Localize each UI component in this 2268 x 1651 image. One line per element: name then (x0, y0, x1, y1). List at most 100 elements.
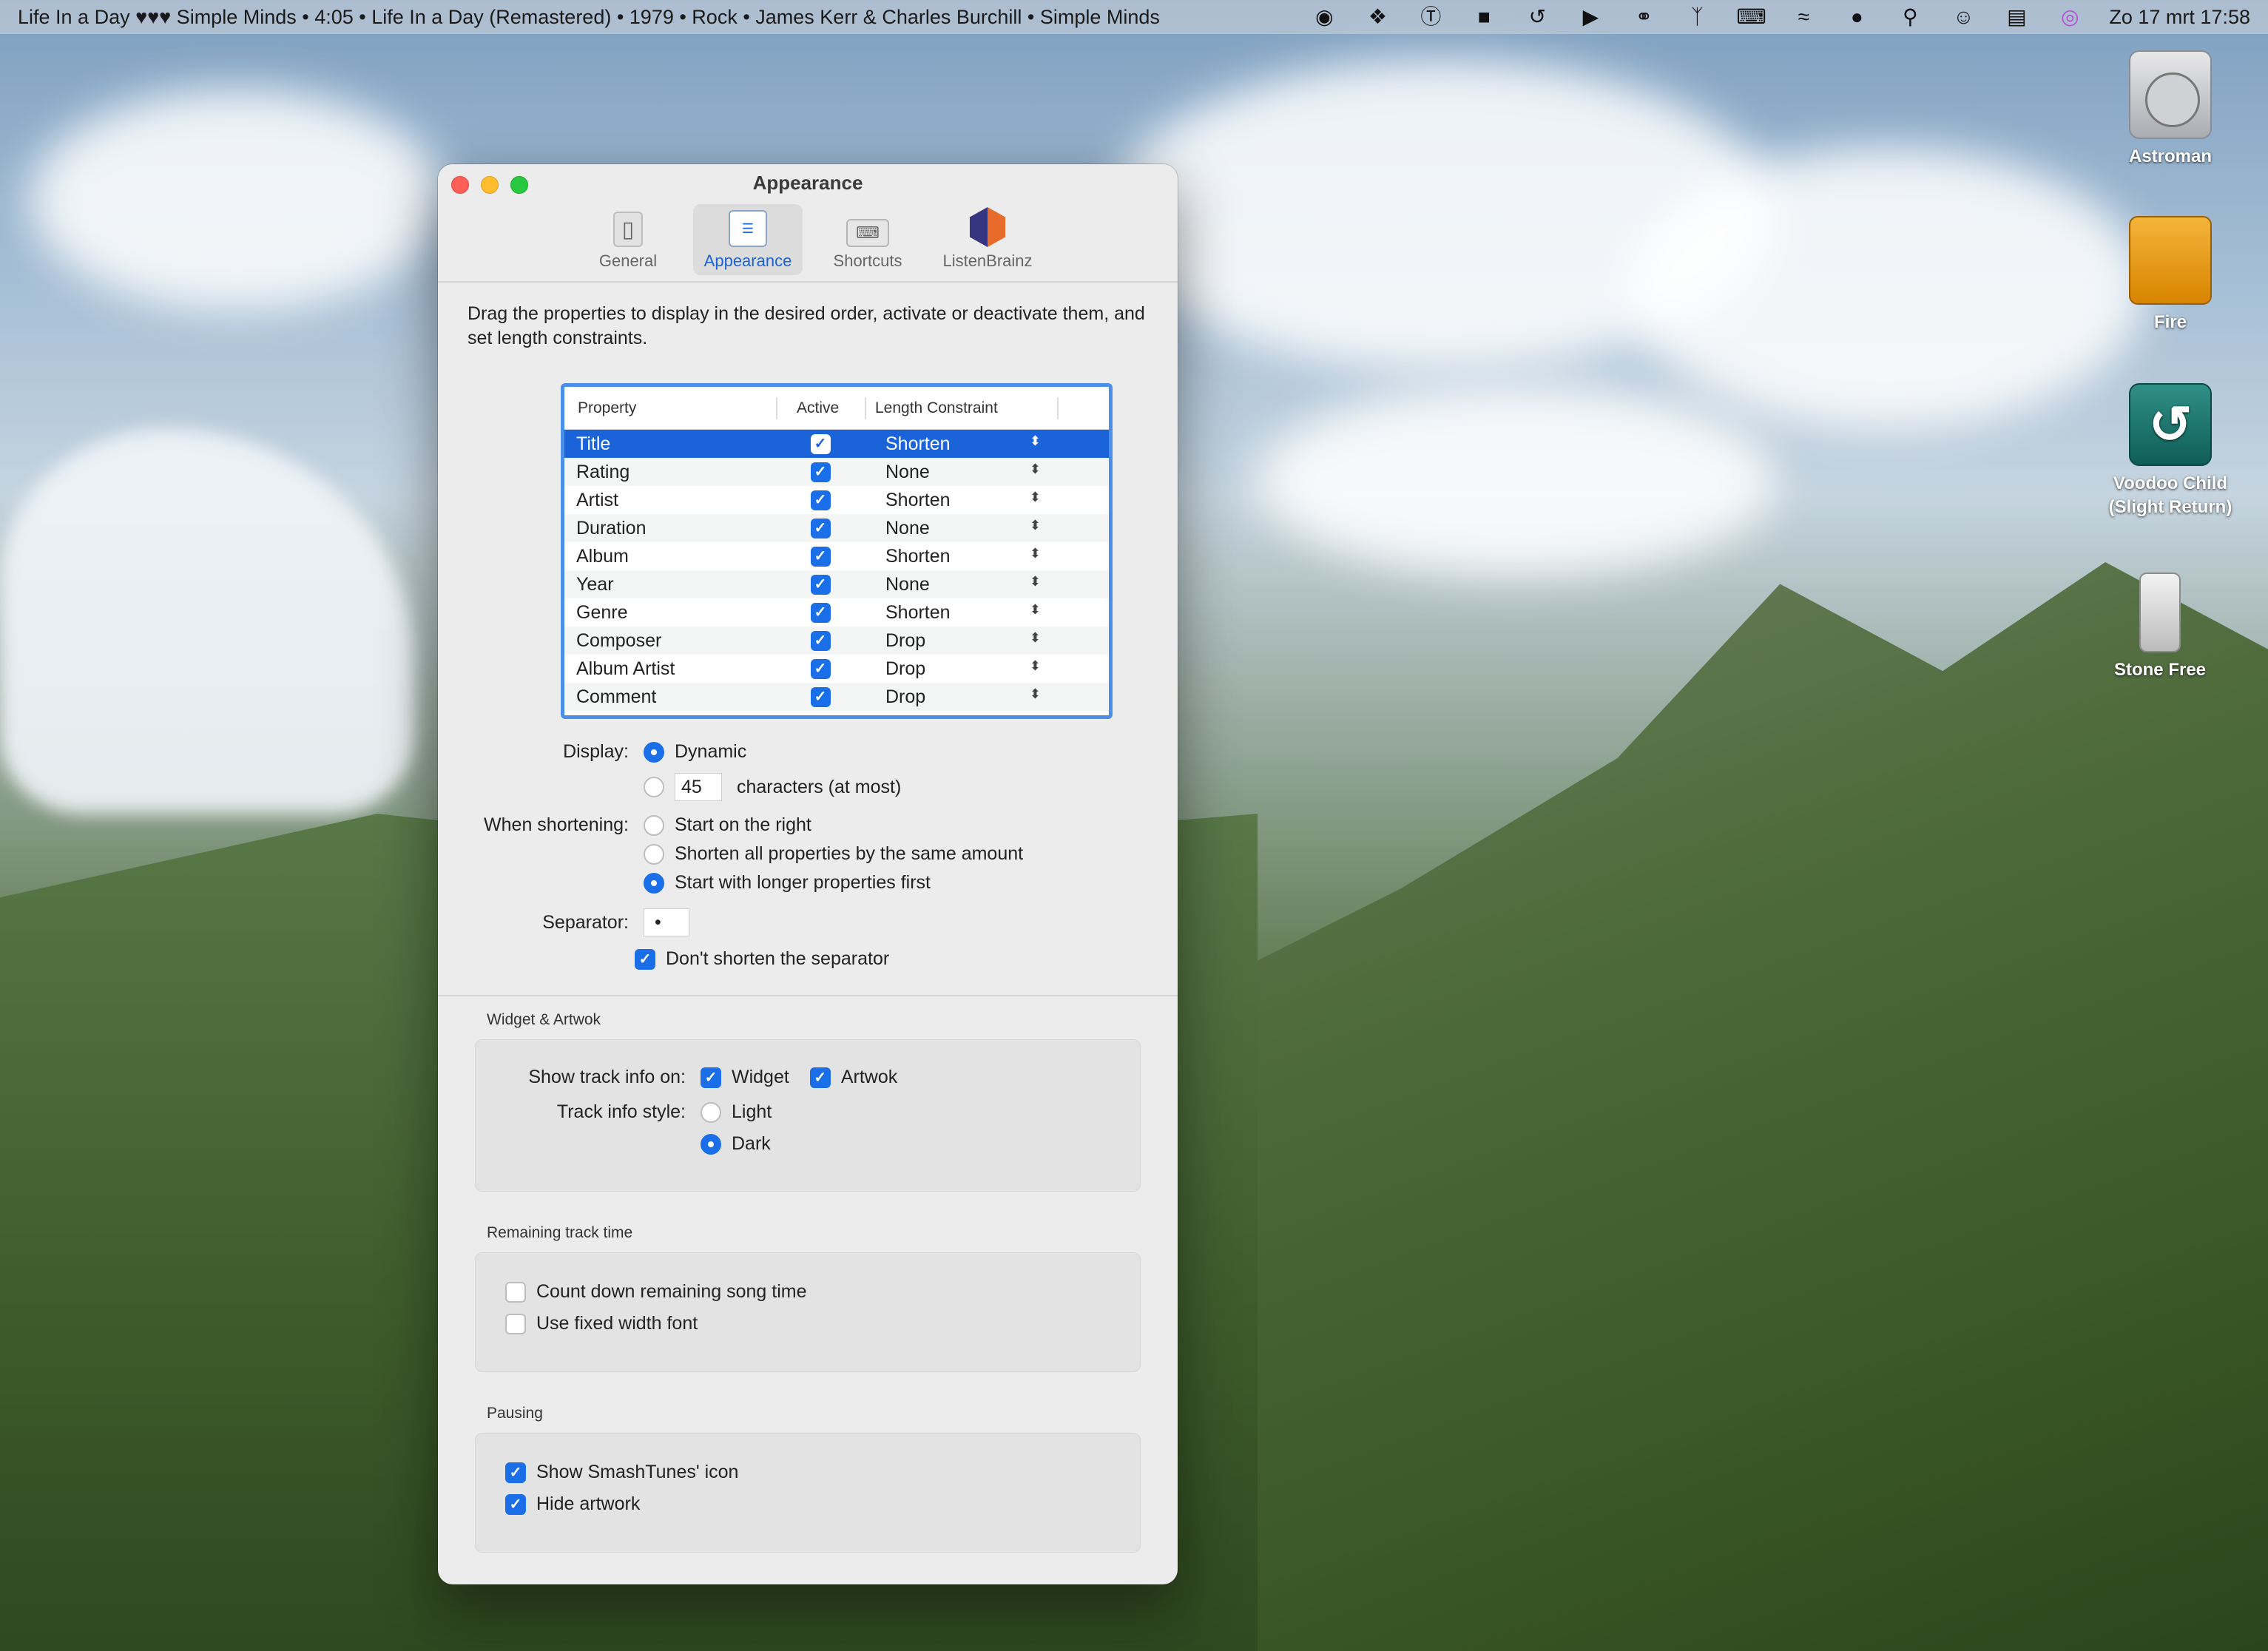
length-constraint-popup[interactable]: None ⬍ (863, 574, 1107, 595)
hide-artwork-checkbox[interactable]: ✓ (505, 1493, 526, 1515)
desktop-icon-astroman[interactable]: Astroman (2096, 50, 2244, 169)
chevron-updown-icon: ⬍ (1029, 686, 1041, 701)
desktop-icon-label: Stone Free (2113, 660, 2207, 680)
table-row[interactable]: Title ✓ Shorten ⬍ (564, 430, 1109, 458)
time-machine-icon[interactable]: ↺ (1523, 4, 1551, 30)
desktop-icon-fire[interactable]: Fire (2096, 216, 2244, 334)
dont-shorten-label: Don't shorten the separator (666, 948, 890, 969)
table-row[interactable]: Comment ✓ Drop ⬍ (564, 683, 1109, 711)
headphones-icon[interactable]: ⚭ (1630, 4, 1658, 30)
search-icon[interactable]: ⚲ (1896, 4, 1924, 30)
bluetooth-icon[interactable]: ᛉ (1683, 4, 1711, 30)
widget-section-title: Widget & Artwok (487, 1011, 601, 1028)
siri-icon[interactable]: ◎ (2056, 4, 2084, 30)
active-checkbox[interactable]: ✓ (810, 462, 831, 482)
fixed-font-checkbox[interactable] (505, 1313, 526, 1334)
countdown-label: Count down remaining song time (536, 1281, 807, 1302)
display-dynamic-radio[interactable] (644, 741, 664, 763)
active-checkbox[interactable]: ✓ (810, 490, 831, 510)
control-center-icon[interactable]: ▤ (2002, 4, 2031, 30)
widget-checkbox[interactable]: ✓ (701, 1067, 721, 1088)
active-checkbox[interactable]: ✓ (810, 658, 831, 679)
account-icon[interactable]: ☺ (1949, 4, 1977, 30)
show-icon-checkbox[interactable]: ✓ (505, 1462, 526, 1483)
length-constraint-popup[interactable]: None ⬍ (863, 462, 1107, 483)
active-checkbox[interactable]: ✓ (810, 602, 831, 623)
creative-cloud-icon[interactable]: ◉ (1310, 4, 1338, 30)
length-constraint-popup[interactable]: Shorten ⬍ (863, 546, 1107, 567)
properties-table[interactable]: Property Active Length Constraint Title ✓… (561, 383, 1113, 719)
length-constraint-popup[interactable]: None ⬍ (863, 518, 1107, 539)
style-light-radio[interactable] (701, 1101, 721, 1123)
active-checkbox[interactable]: ✓ (810, 686, 831, 707)
active-checkbox[interactable]: ✓ (810, 630, 831, 651)
table-row[interactable]: Album ✓ Shorten ⬍ (564, 542, 1109, 570)
property-name: Genre (576, 601, 628, 623)
now-playing-text[interactable]: Life In a Day ♥♥♥ Simple Minds • 4:05 • … (18, 6, 1160, 29)
chevron-updown-icon: ⬍ (1029, 573, 1041, 589)
active-checkbox[interactable]: ✓ (810, 574, 831, 595)
display-row: Display: Dynamic (468, 741, 1148, 763)
property-name: Rating (576, 461, 630, 482)
tab-shortcuts[interactable]: ⌨ Shortcuts (813, 204, 922, 275)
table-row[interactable]: Rating ✓ None ⬍ (564, 458, 1109, 486)
length-constraint-popup[interactable]: Shorten ⬍ (863, 433, 1107, 455)
dont-shorten-checkbox[interactable]: ✓ (635, 948, 655, 970)
fixed-font-row: Use fixed width font (505, 1313, 1140, 1334)
display-dynamic-label: Dynamic (675, 741, 747, 762)
property-name: Title (576, 433, 611, 454)
countdown-checkbox[interactable] (505, 1281, 526, 1303)
desktop-icon-stone-free[interactable]: Stone Free (2086, 573, 2234, 682)
artwok-checkbox[interactable]: ✓ (809, 1067, 831, 1088)
length-constraint-popup[interactable]: Drop ⬍ (863, 686, 1107, 708)
intro-text: Drag the properties to display in the de… (468, 303, 1145, 348)
shortening-longer-radio[interactable] (644, 872, 664, 894)
table-row[interactable]: Composer ✓ Drop ⬍ (564, 627, 1109, 655)
property-name: Album (576, 545, 629, 567)
widget-group: Show track info on: ✓ Widget ✓ Artwok Tr… (475, 1039, 1141, 1192)
chevron-updown-icon: ⬍ (1029, 629, 1041, 645)
desktop-icon-voodoo-child[interactable]: ↺ Voodoo Child (Slight Return) (2096, 383, 2244, 519)
tab-listenbrainz[interactable]: ListenBrainz (933, 204, 1042, 275)
dont-shorten-row: ✓ Don't shorten the separator (468, 948, 1148, 970)
menu-clock[interactable]: Zo 17 mrt 17:58 (2109, 6, 2250, 29)
active-checkbox[interactable]: ✓ (810, 518, 831, 538)
length-constraint-popup[interactable]: Drop ⬍ (863, 630, 1107, 652)
table-row[interactable]: Genre ✓ Shorten ⬍ (564, 598, 1109, 627)
tab-general[interactable]: ▯ General (573, 204, 683, 275)
dropbox-icon[interactable]: ❖ (1363, 4, 1391, 30)
column-header-length[interactable]: Length Constraint (866, 396, 1059, 419)
table-row[interactable]: Duration ✓ None ⬍ (564, 514, 1109, 542)
wifi-icon[interactable]: ≈ (1789, 4, 1818, 30)
tab-appearance[interactable]: ☰ Appearance (693, 204, 803, 275)
keyboard-icon[interactable]: ⌨ (1736, 4, 1766, 30)
display-chars-radio[interactable] (644, 777, 664, 797)
length-constraint-popup[interactable]: Shorten ⬍ (863, 490, 1107, 511)
shortening-row-1: Shorten all properties by the same amoun… (468, 843, 1148, 865)
shortening-option-label: Start on the right (675, 814, 811, 835)
separator-row: Separator: • (468, 908, 1148, 936)
separator-input[interactable]: • (644, 908, 689, 936)
desktop-icon-label: Voodoo Child (Slight Return) (2108, 473, 2232, 517)
shortening-right-radio[interactable] (644, 814, 664, 836)
onepassword-icon[interactable]: Ⓣ (1417, 4, 1445, 30)
table-row[interactable]: Album Artist ✓ Drop ⬍ (564, 655, 1109, 683)
table-row[interactable]: Artist ✓ Shorten ⬍ (564, 486, 1109, 514)
active-checkbox[interactable]: ✓ (810, 433, 831, 454)
length-constraint-popup[interactable]: Shorten ⬍ (863, 602, 1107, 624)
elephant-icon[interactable]: ■ (1470, 4, 1498, 30)
length-constraint-value: Shorten (885, 545, 951, 567)
chars-input[interactable]: 45 (675, 773, 722, 801)
artwok-label: Artwok (840, 1067, 898, 1087)
column-header-active[interactable]: Active (777, 396, 866, 419)
style-dark-radio[interactable] (701, 1133, 721, 1155)
remaining-section-title: Remaining track time (487, 1224, 633, 1241)
tab-label: General (598, 251, 658, 270)
user-icon[interactable]: ● (1843, 4, 1871, 30)
column-header-property[interactable]: Property (564, 396, 777, 419)
length-constraint-popup[interactable]: Drop ⬍ (863, 658, 1107, 680)
active-checkbox[interactable]: ✓ (810, 546, 831, 567)
shortening-same-radio[interactable] (644, 843, 664, 865)
table-row[interactable]: Year ✓ None ⬍ (564, 570, 1109, 598)
play-icon[interactable]: ▶ (1576, 4, 1604, 30)
